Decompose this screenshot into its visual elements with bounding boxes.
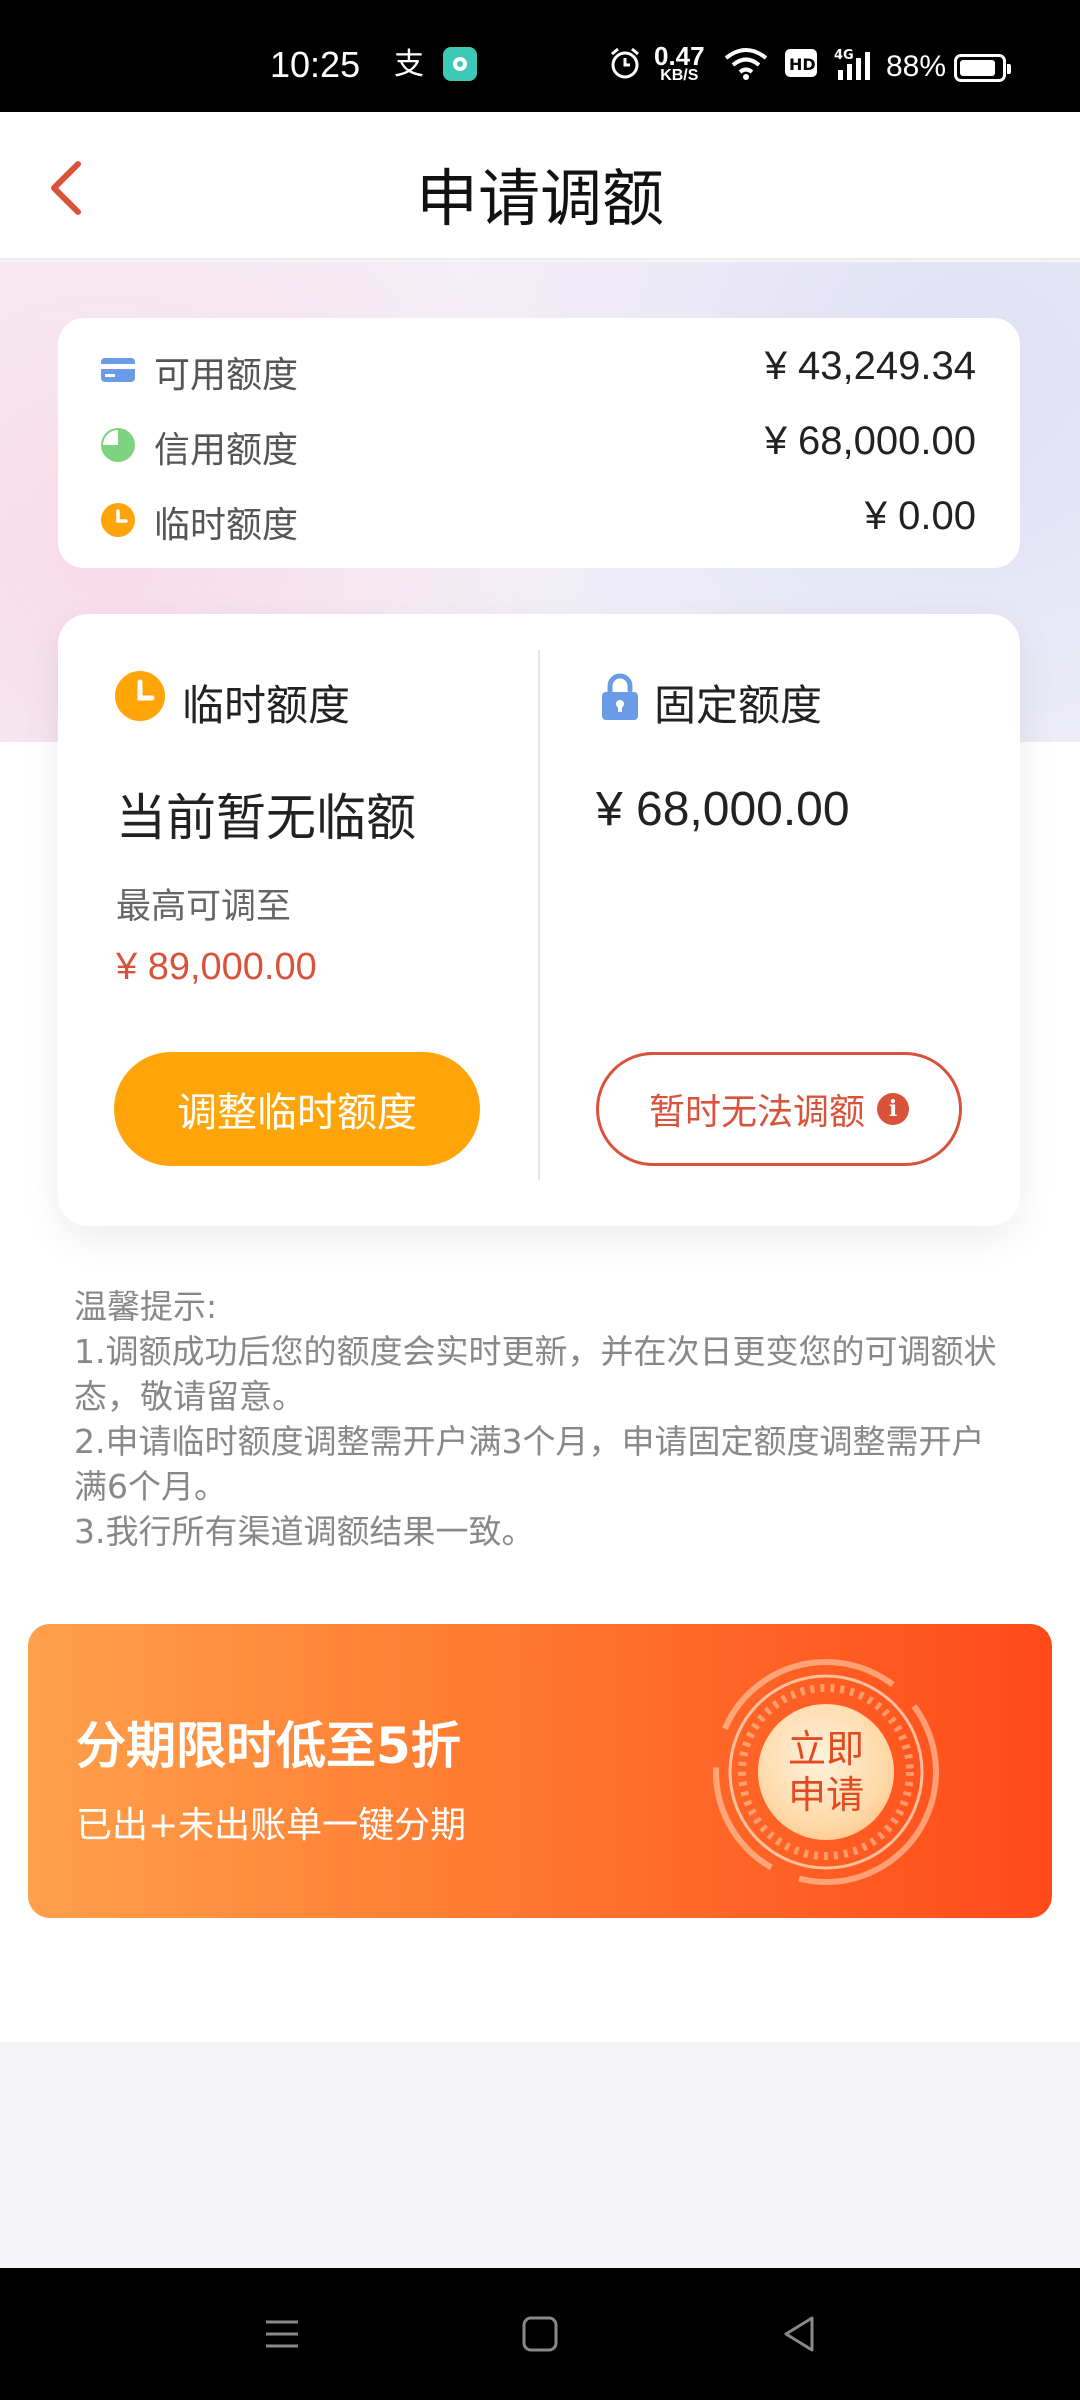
battery-percentage: 88%	[886, 50, 947, 83]
hd-icon: HD	[784, 46, 818, 88]
summary-label: 临时额度	[154, 505, 299, 546]
credit-summary-card: 可用额度 ¥ 43,249.34 信用额度 ¥ 68,000.00 临时额度 ¥…	[58, 318, 1020, 568]
fixed-limit-unavailable-button[interactable]: 暂时无法调额 i	[596, 1052, 962, 1166]
svg-text:支: 支	[394, 47, 424, 80]
adjust-limit-card: 临时额度 当前暂无临额 最高可调至 ¥ 89,000.00 调整临时额度 固定额…	[58, 614, 1020, 1226]
cellular-signal-icon: 4G	[834, 46, 880, 90]
tips-section: 温馨提示: 1.调额成功后您的额度会实时更新，并在次日更变您的可调额状态，敬请留…	[74, 1284, 1014, 1554]
pie-icon	[101, 428, 135, 462]
tip-line: 1.调额成功后您的额度会实时更新，并在次日更变您的可调额状态，敬请留意。	[74, 1332, 997, 1416]
summary-row-credit: 信用额度 ¥ 68,000.00	[100, 413, 976, 473]
battery-icon	[954, 54, 1011, 82]
clock-icon	[101, 503, 135, 537]
alipay-icon: 支	[392, 46, 426, 88]
adjust-temporary-limit-button[interactable]: 调整临时额度	[114, 1052, 480, 1166]
column-divider	[538, 650, 540, 1180]
wifi-icon	[722, 46, 770, 90]
home-icon[interactable]	[518, 2312, 562, 2356]
banner-subtitle: 已出+未出账单一键分期	[76, 1805, 467, 1846]
fixed-limit-amount: ¥ 68,000.00	[596, 783, 850, 836]
summary-label: 可用额度	[154, 355, 299, 396]
summary-value: ¥ 0.00	[864, 494, 976, 538]
summary-label: 信用额度	[154, 430, 299, 471]
fixed-limit-title: 固定额度	[654, 681, 823, 730]
status-bar: 10:25 支 0.47 KB/S HD 4G 88%	[0, 0, 1080, 112]
summary-row-temporary: 临时额度 ¥ 0.00	[100, 488, 976, 548]
banner-title: 分期限时低至5折	[76, 1717, 461, 1775]
max-adjust-amount: ¥ 89,000.00	[116, 946, 317, 988]
back-triangle-icon[interactable]	[778, 2312, 822, 2356]
temporary-status-text: 当前暂无临额	[116, 789, 416, 847]
installment-promo-banner[interactable]: 分期限时低至5折 已出+未出账单一键分期 立即 申请	[28, 1624, 1052, 1918]
nav-header: 申请调额	[0, 112, 1080, 260]
fixed-button-label: 暂时无法调额	[648, 1091, 865, 1132]
info-icon[interactable]: i	[877, 1093, 909, 1125]
svg-text:HD: HD	[789, 55, 816, 74]
cta-line: 申请	[787, 1773, 864, 1817]
summary-row-available: 可用额度 ¥ 43,249.34	[100, 338, 976, 398]
summary-value: ¥ 68,000.00	[764, 419, 976, 463]
app-notification-icon	[442, 46, 478, 90]
tips-heading: 温馨提示:	[74, 1287, 218, 1326]
summary-value: ¥ 43,249.34	[764, 344, 976, 388]
system-nav-bar	[0, 2268, 1080, 2400]
status-time: 10:25	[270, 44, 361, 85]
alarm-icon	[608, 46, 642, 88]
tip-line: 2.申请临时额度调整需开户满3个月，申请固定额度调整需开户满6个月。	[74, 1422, 985, 1506]
temporary-limit-title: 临时额度	[182, 681, 351, 730]
card-icon	[101, 358, 135, 382]
page-title: 申请调额	[415, 162, 664, 235]
clock-icon	[115, 671, 165, 721]
tip-line: 3.我行所有渠道调额结果一致。	[74, 1512, 535, 1551]
menu-icon[interactable]	[260, 2312, 304, 2356]
svg-text:4G: 4G	[834, 48, 854, 63]
lock-icon	[602, 673, 638, 720]
network-speed: 0.47 KB/S	[654, 41, 705, 84]
apply-now-button[interactable]: 立即 申请	[758, 1704, 894, 1840]
cta-line: 立即	[787, 1727, 864, 1771]
max-adjust-label: 最高可调至	[116, 887, 292, 927]
